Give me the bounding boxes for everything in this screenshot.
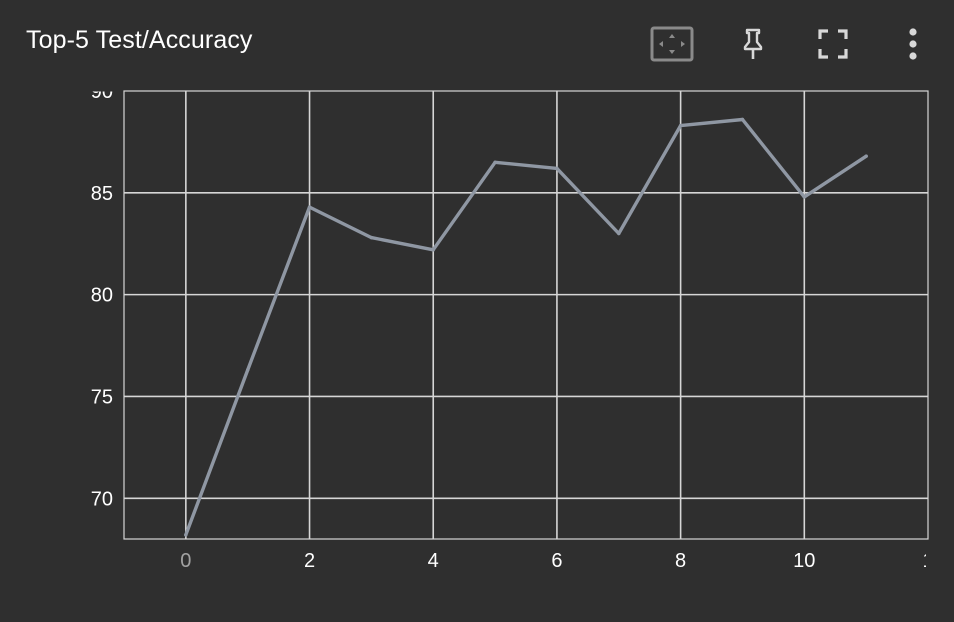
data-point (740, 117, 745, 122)
x-tick-label: 0 (180, 550, 191, 572)
y-tick-label: 90 (91, 81, 113, 103)
data-point (617, 231, 621, 236)
y-tick-label: 80 (91, 285, 113, 307)
data-point (802, 195, 807, 199)
x-tick-label: 10 (793, 550, 815, 572)
y-tick-label: 70 (91, 488, 113, 510)
series-line (184, 117, 868, 537)
x-tick-label: 2 (304, 550, 315, 572)
x-tick-label: 4 (428, 550, 439, 572)
data-point (307, 205, 312, 209)
data-point (493, 160, 497, 164)
data-point (555, 166, 559, 171)
x-tick-label: 6 (551, 550, 562, 572)
data-point (245, 368, 250, 372)
data-point (369, 235, 374, 240)
data-point (864, 154, 868, 158)
x-tick-label: 1 (922, 550, 933, 572)
data-point (431, 248, 435, 252)
data-point (678, 123, 683, 128)
line-chart: 0 2 4 6 8 10 1 70 75 80 85 90 (91, 81, 933, 572)
data-point (184, 533, 188, 537)
y-tick-label: 75 (91, 386, 113, 408)
x-tick-label: 8 (675, 550, 686, 572)
plot-frame (123, 90, 929, 540)
y-tick-label: 85 (91, 183, 113, 205)
